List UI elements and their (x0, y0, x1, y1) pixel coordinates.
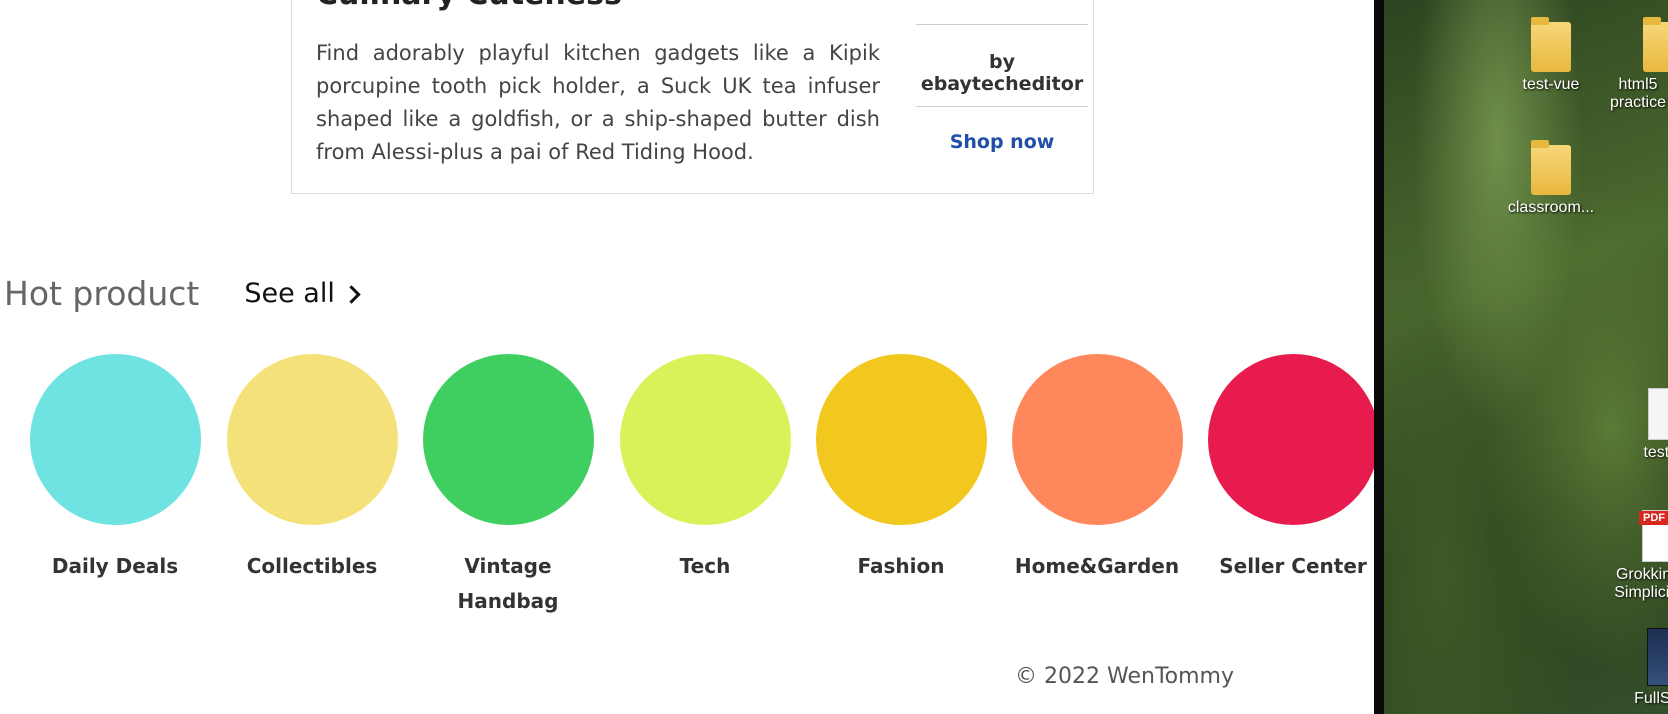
desktop-icon-label: test.txt (1643, 444, 1668, 461)
category-label: Home&Garden (1014, 554, 1180, 578)
category-collectibles[interactable]: Collectibles (212, 354, 412, 584)
pdf-badge: PDF (1639, 511, 1668, 525)
category-circle (619, 354, 791, 525)
category-label: Vintage Handbag (457, 554, 559, 613)
section-title: Hot product (4, 274, 200, 313)
category-circle (422, 354, 594, 525)
text-file-icon (1648, 388, 1668, 440)
desktop-icon-html5-practice[interactable]: html5 practice (1608, 17, 1668, 112)
browser-page: Culinary Cuteness Find adorably playful … (0, 0, 1374, 714)
see-all-label: See all (244, 278, 335, 309)
divider (916, 24, 1088, 25)
category-circle (226, 354, 398, 525)
folder-icon (1643, 17, 1668, 72)
divider (916, 106, 1088, 107)
desktop-icon-test-vue[interactable]: test-vue (1496, 17, 1606, 94)
article-title: Culinary Cuteness (316, 0, 622, 12)
pdf-icon: PDF (1639, 510, 1668, 562)
article-card: Culinary Cuteness Find adorably playful … (291, 0, 1094, 194)
footer-copyright: © 2022 WenTommy (1015, 664, 1234, 689)
chevron-right-icon (342, 285, 361, 304)
folder-icon (1531, 17, 1571, 72)
category-label: Tech (679, 554, 731, 578)
desktop-background: test-vue html5 practice classroom... tes… (1384, 0, 1668, 714)
desktop-icon-label: html5 practice (1609, 76, 1667, 111)
category-fashion[interactable]: Fashion (801, 354, 1001, 584)
desktop-icon-label: Grokking Simplicity (1614, 566, 1668, 601)
article-description: Find adorably playful kitchen gadgets li… (316, 41, 880, 164)
category-daily-deals[interactable]: Daily Deals (15, 354, 215, 584)
desktop-icon-grokking[interactable]: PDF Grokking Simplicity (1608, 510, 1668, 602)
category-circle (29, 354, 201, 525)
desktop-icon-label: classroom... (1507, 199, 1595, 216)
desktop-icon-label: test-vue (1522, 76, 1580, 93)
category-tech[interactable]: Tech (605, 354, 805, 584)
category-label: Collectibles (246, 554, 378, 578)
folder-icon (1531, 140, 1571, 195)
desktop-icon-fullstack[interactable]: FullStack (1612, 628, 1668, 708)
category-label: Daily Deals (51, 554, 179, 578)
category-circle (1011, 354, 1183, 525)
category-seller-center[interactable]: Seller Center (1193, 354, 1374, 584)
article-side-panel: by ebaytecheditor Shop now (916, 0, 1088, 195)
window-border (1374, 0, 1384, 714)
category-vintage-handbag[interactable]: Vintage Handbag (408, 354, 608, 619)
book-pdf-icon (1647, 628, 1668, 686)
category-circle (1207, 354, 1374, 525)
shop-now-link[interactable]: Shop now (916, 131, 1088, 153)
desktop-icon-classroom[interactable]: classroom... (1496, 140, 1606, 217)
article-author: by ebaytecheditor (920, 51, 1084, 95)
category-circle (815, 354, 987, 525)
hot-product-header: Hot product See all (4, 274, 361, 313)
desktop-icon-test-txt[interactable]: test.txt (1612, 388, 1668, 462)
see-all-link[interactable]: See all (244, 278, 361, 309)
category-home-garden[interactable]: Home&Garden (997, 354, 1197, 584)
category-label: Seller Center (1219, 554, 1367, 578)
desktop-icon-label: FullStack (1634, 690, 1668, 707)
category-label: Fashion (857, 554, 945, 578)
